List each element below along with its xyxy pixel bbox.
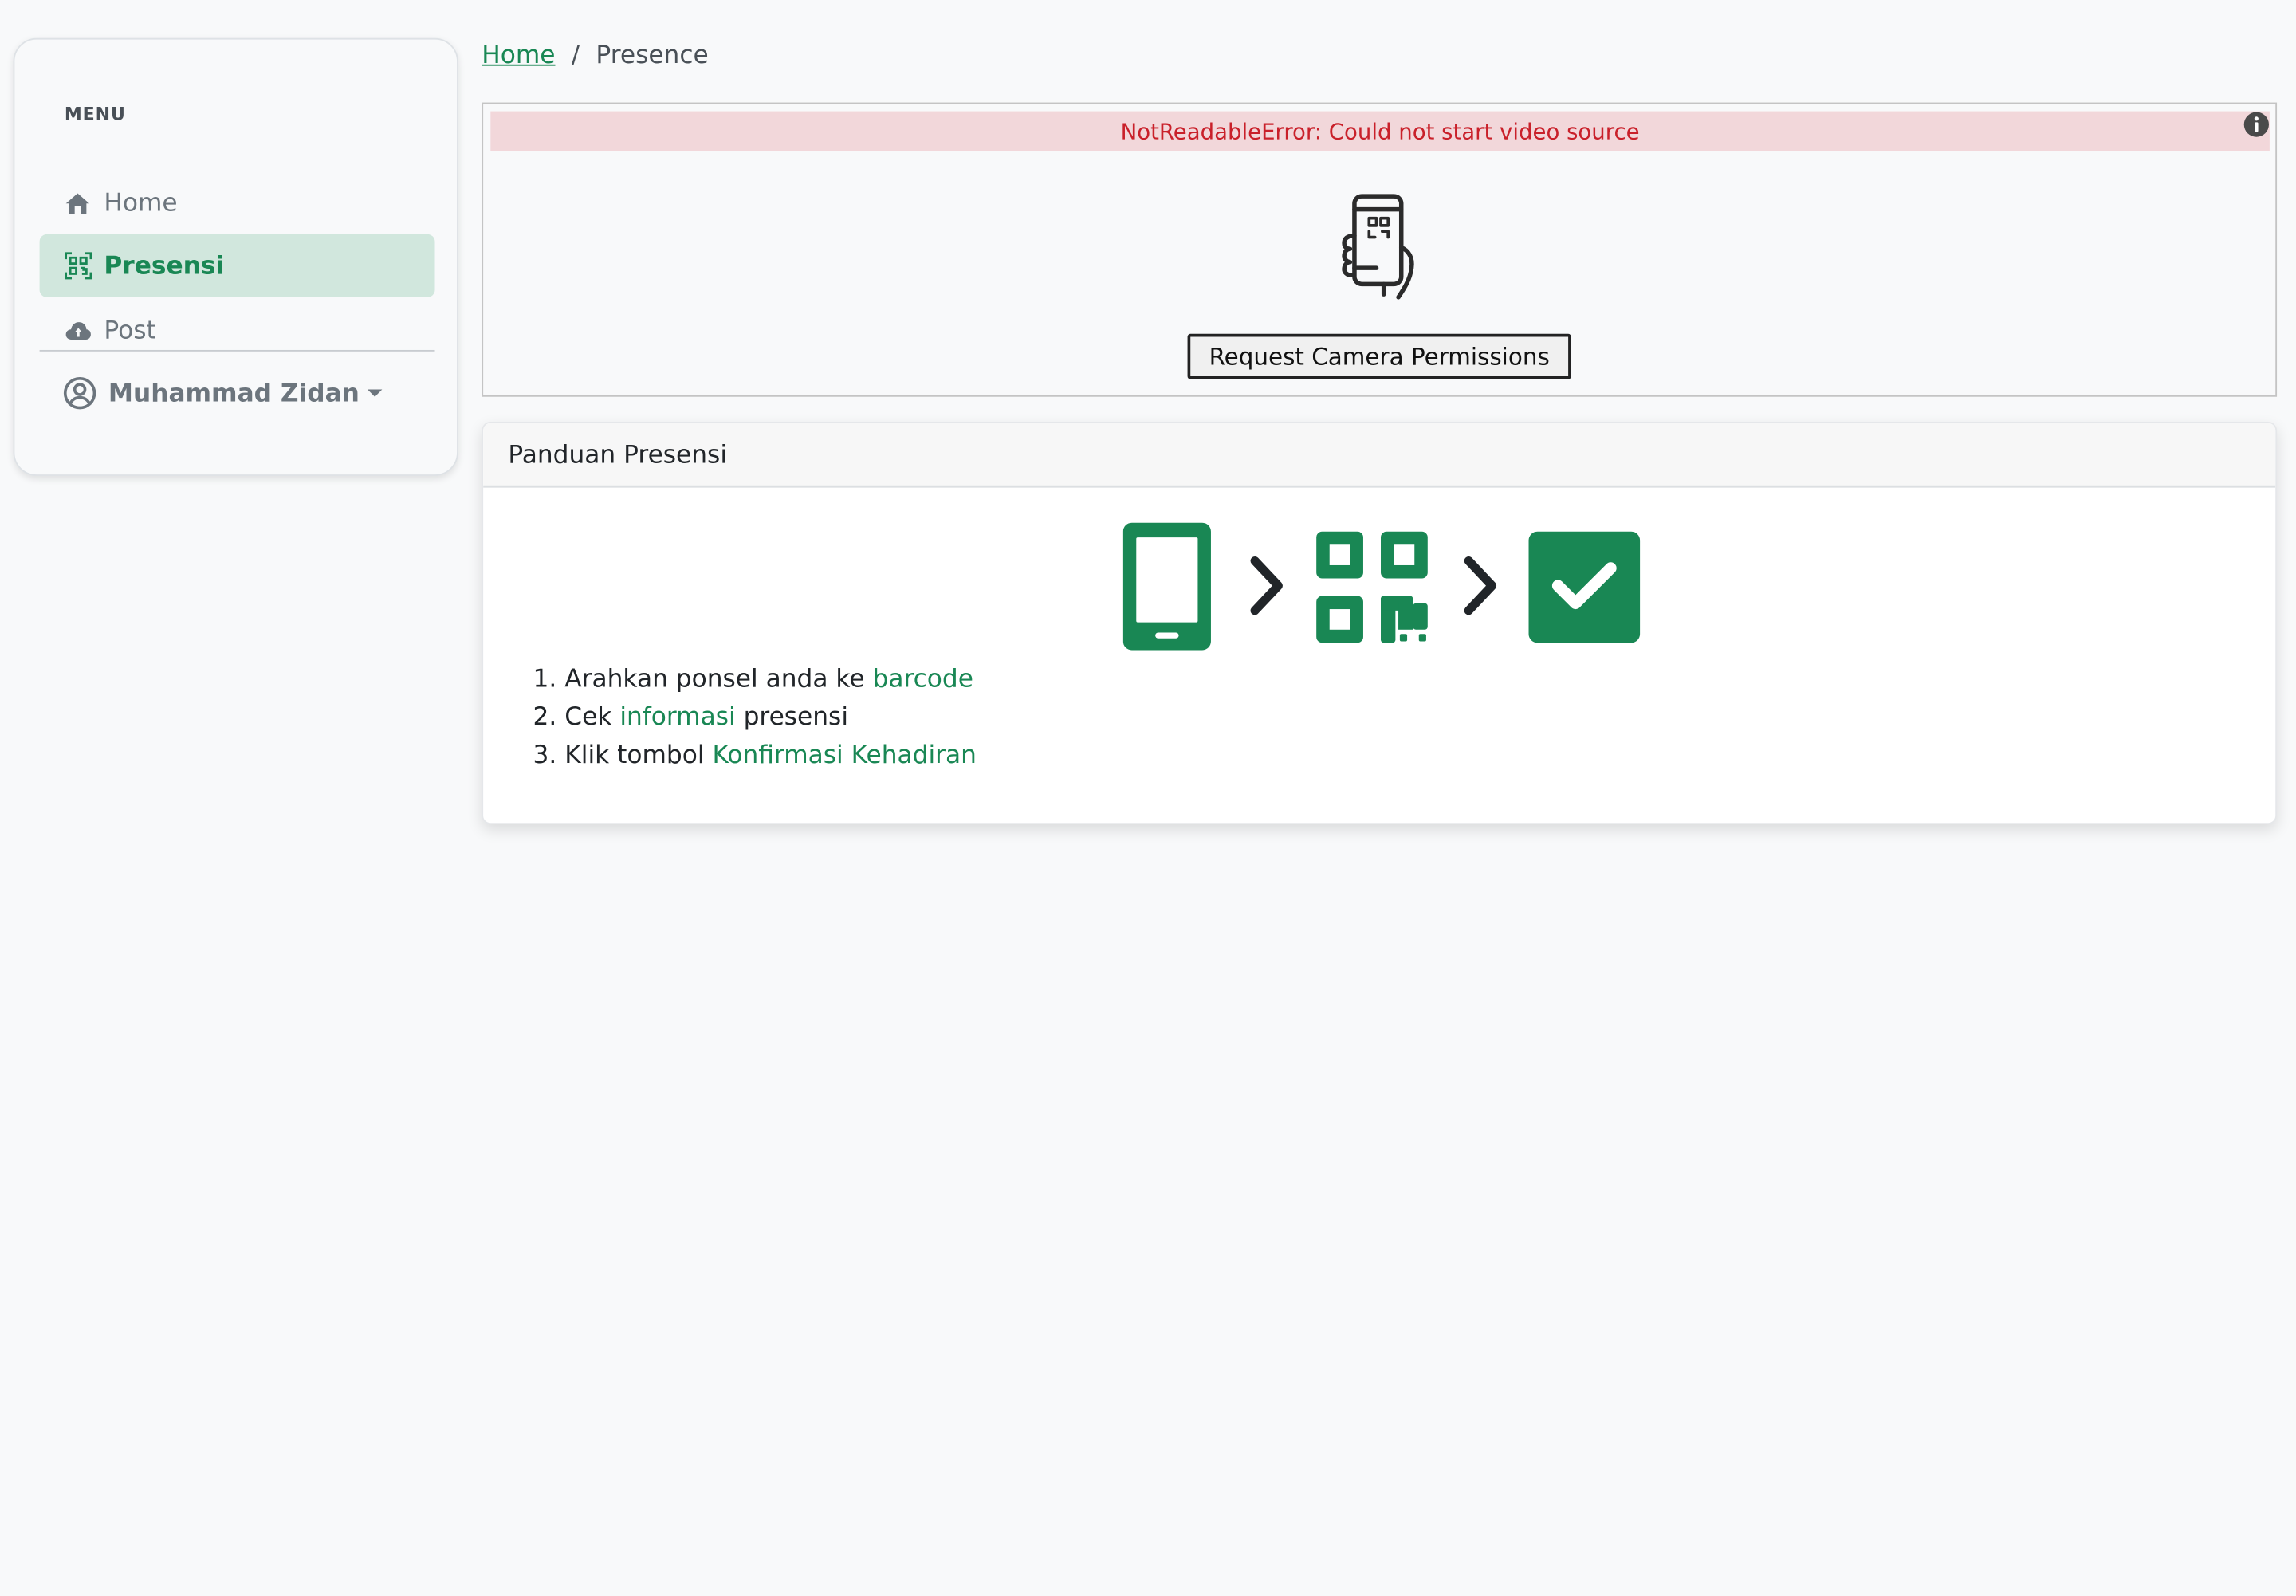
user-menu-dropdown[interactable]: Muhammad Zidan [63, 376, 383, 410]
step-text: Klik tombol [564, 741, 713, 771]
home-icon [63, 188, 92, 218]
smartphone-icon [1122, 522, 1211, 651]
cloud-upload-icon [63, 316, 92, 345]
breadcrumb-current: Presence [596, 41, 709, 71]
sidebar: MENU Home Presensi Post Muhammad Zidan [13, 37, 458, 476]
card-title: Panduan Presensi [483, 423, 2276, 488]
caret-down-icon [368, 389, 383, 397]
menu-label: MENU [64, 104, 126, 125]
step-number: 3. [533, 741, 557, 771]
request-camera-permissions-button[interactable]: Request Camera Permissions [1187, 333, 1571, 379]
presence-guide-card: Panduan Presensi 1. Arahkan ponsel anda … [482, 421, 2278, 825]
breadcrumb-separator: / [571, 41, 580, 71]
page: MENU Home Presensi Post Muhammad Zidan H… [0, 0, 2296, 1596]
list-item: 2. Cek informasi presensi [533, 698, 977, 737]
step-number: 1. [533, 664, 557, 694]
qr-scanner: NotReadableError: Could not start video … [482, 102, 2278, 397]
qr-scan-icon [63, 251, 92, 281]
step-text: Cek [564, 702, 620, 733]
guide-steps-illustration [1122, 522, 1641, 651]
step-highlight: Konfirmasi Kehadiran [712, 741, 977, 771]
camera-error-message: NotReadableError: Could not start video … [490, 111, 2270, 151]
chevron-right-icon [1250, 556, 1283, 615]
step-text: Arahkan ponsel anda ke [564, 664, 873, 694]
step-highlight: barcode [872, 664, 973, 694]
chevron-right-icon [1464, 556, 1497, 615]
sidebar-item-label: Home [104, 188, 178, 218]
step-number: 2. [533, 702, 557, 733]
info-icon[interactable] [2243, 112, 2270, 138]
sidebar-divider [39, 349, 435, 352]
user-name: Muhammad Zidan [108, 378, 360, 408]
step-highlight: informasi [619, 702, 736, 733]
user-circle-icon [63, 376, 96, 410]
check-square-icon [1528, 531, 1641, 643]
sidebar-item-home[interactable]: Home [40, 171, 435, 234]
phone-in-hand-icon [1342, 194, 1414, 300]
sidebar-item-post[interactable]: Post [40, 299, 435, 362]
step-text: presensi [735, 702, 849, 733]
guide-steps-list: 1. Arahkan ponsel anda ke barcode 2. Cek… [533, 660, 977, 774]
qr-code-icon [1316, 531, 1428, 643]
list-item: 3. Klik tombol Konfirmasi Kehadiran [533, 737, 977, 775]
sidebar-item-presensi[interactable]: Presensi [39, 234, 435, 297]
sidebar-item-label: Post [104, 315, 156, 345]
list-item: 1. Arahkan ponsel anda ke barcode [533, 660, 977, 698]
breadcrumb-home-link[interactable]: Home [482, 41, 555, 70]
breadcrumb: Home / Presence [482, 41, 708, 70]
sidebar-item-label: Presensi [104, 250, 225, 281]
